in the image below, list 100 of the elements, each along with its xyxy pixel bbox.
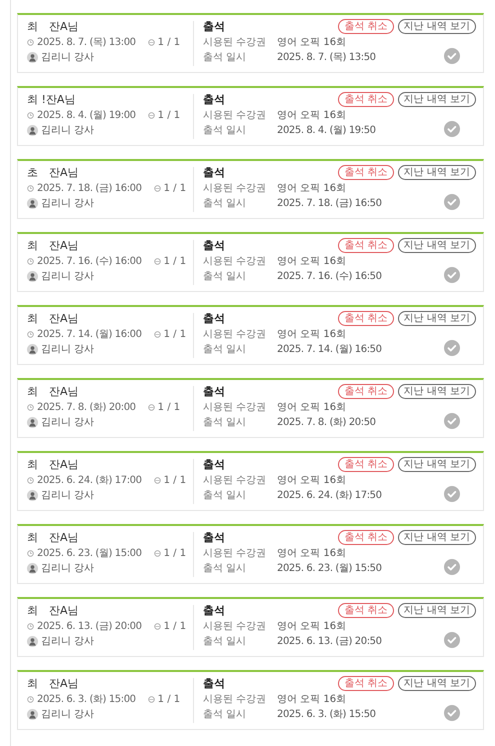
avatar-icon (27, 198, 38, 209)
avatar-icon (27, 52, 38, 63)
view-history-button[interactable]: 지난 내역 보기 (398, 603, 476, 618)
count-text: 1 / 1 (158, 693, 180, 706)
attendance-time-label: 출석 일시 (203, 124, 248, 137)
count-text: 1 / 1 (164, 328, 186, 341)
status-title: 출석 (203, 676, 225, 691)
attendance-time-value: 2025. 8. 4. (월) 19:50 (277, 124, 376, 137)
student-name: 최 잔A님 (27, 19, 80, 34)
status-title: 출석 (203, 311, 225, 326)
attendance-time-label: 출석 일시 (203, 343, 248, 356)
schedule-text: 2025. 7. 16. (수) 16:00 (37, 255, 142, 268)
ticket-label: 시용된 수강권 (203, 547, 268, 560)
ticket-label: 시용된 수강권 (203, 474, 268, 487)
check-circle-icon (444, 194, 460, 210)
ticket-label: 시용된 수강권 (203, 328, 268, 341)
ticket-label: 시용된 수강권 (203, 36, 268, 49)
student-name: 최 잔A님 (27, 676, 80, 691)
ticket-value: 영어 오픽 16회 (277, 328, 346, 341)
attendance-time-label: 출석 일시 (203, 270, 248, 283)
attendance-time-label: 출석 일시 (203, 708, 248, 721)
count-text: 1 / 1 (164, 255, 186, 268)
count-text: 1 / 1 (164, 620, 186, 633)
schedule-text: 2025. 7. 8. (화) 20:00 (37, 401, 136, 414)
cancel-attendance-button[interactable]: 출석 취소 (338, 165, 394, 180)
cancel-attendance-button[interactable]: 출석 취소 (338, 676, 394, 691)
ticket-value: 영어 오픽 16회 (277, 547, 346, 560)
attendance-time-label: 출석 일시 (203, 416, 248, 429)
ticket-icon (154, 477, 161, 484)
view-history-button[interactable]: 지난 내역 보기 (398, 457, 476, 472)
attendance-time-value: 2025. 7. 18. (금) 16:50 (277, 197, 382, 210)
ticket-value: 영어 오픽 16회 (277, 36, 346, 49)
attendance-time-value: 2025. 7. 8. (화) 20:50 (277, 416, 376, 429)
attendance-time-label: 출석 일시 (203, 51, 248, 64)
attendance-time-label: 출석 일시 (203, 489, 248, 502)
view-history-button[interactable]: 지난 내역 보기 (398, 165, 476, 180)
clock-icon (27, 696, 34, 703)
status-title: 출석 (203, 603, 225, 618)
ticket-icon (154, 331, 161, 338)
cancel-attendance-button[interactable]: 출석 취소 (338, 530, 394, 545)
teacher-name: 김리니 강사 (41, 270, 94, 283)
view-history-button[interactable]: 지난 내역 보기 (398, 530, 476, 545)
clock-icon (27, 623, 34, 630)
view-history-button[interactable]: 지난 내역 보기 (398, 311, 476, 326)
view-history-button[interactable]: 지난 내역 보기 (398, 92, 476, 107)
teacher-name: 김리니 강사 (41, 416, 94, 429)
cancel-attendance-button[interactable]: 출석 취소 (338, 92, 394, 107)
ticket-value: 영어 오픽 16회 (277, 620, 346, 633)
cancel-attendance-button[interactable]: 출석 취소 (338, 238, 394, 253)
check-circle-icon (444, 120, 460, 136)
clock-icon (27, 404, 34, 411)
schedule-text: 2025. 6. 23. (월) 15:00 (37, 547, 142, 560)
avatar-icon (27, 563, 38, 574)
status-title: 출석 (203, 165, 225, 180)
ticket-icon (148, 39, 155, 46)
student-name: 최 잔A님 (27, 457, 80, 472)
check-circle-icon (444, 704, 460, 720)
clock-icon (27, 550, 34, 557)
ticket-label: 시용된 수강권 (203, 182, 268, 195)
ticket-label: 시용된 수강권 (203, 109, 268, 122)
ticket-label: 시용된 수강권 (203, 255, 268, 268)
student-name: 최 잔A님 (27, 384, 80, 399)
ticket-icon (154, 550, 161, 557)
view-history-button[interactable]: 지난 내역 보기 (398, 384, 476, 399)
student-name: 최 잔A님 (27, 238, 80, 253)
teacher-name: 김리니 강사 (41, 124, 94, 137)
status-title: 출석 (203, 530, 225, 545)
check-circle-icon (444, 266, 460, 282)
check-circle-icon (444, 632, 460, 648)
clock-icon (27, 258, 34, 265)
status-title: 출석 (203, 238, 225, 253)
schedule-text: 2025. 6. 3. (화) 15:00 (37, 693, 136, 706)
attendance-time-value: 2025. 7. 16. (수) 16:50 (277, 270, 382, 283)
teacher-name: 김리니 강사 (41, 562, 94, 575)
ticket-icon (154, 623, 161, 630)
view-history-button[interactable]: 지난 내역 보기 (398, 238, 476, 253)
clock-icon (27, 185, 34, 192)
check-circle-icon (444, 486, 460, 502)
student-name: 최 잔A님 (27, 311, 80, 326)
teacher-name: 김리니 강사 (41, 489, 94, 502)
avatar-icon (27, 125, 38, 136)
view-history-button[interactable]: 지난 내역 보기 (398, 19, 476, 34)
cancel-attendance-button[interactable]: 출석 취소 (338, 311, 394, 326)
student-name: 최 !잔A님 (27, 92, 76, 107)
student-name: 최 잔A님 (27, 530, 80, 545)
attendance-time-value: 2025. 6. 13. (금) 20:50 (277, 635, 382, 648)
avatar-icon (27, 709, 38, 720)
student-name: 초 잔A님 (27, 165, 80, 180)
teacher-name: 김리니 강사 (41, 343, 94, 356)
cancel-attendance-button[interactable]: 출석 취소 (338, 19, 394, 34)
avatar-icon (27, 344, 38, 355)
view-history-button[interactable]: 지난 내역 보기 (398, 676, 476, 691)
attendance-time-value: 2025. 6. 24. (화) 17:50 (277, 489, 382, 502)
count-text: 1 / 1 (158, 109, 180, 122)
clock-icon (27, 112, 34, 119)
ticket-value: 영어 오픽 16회 (277, 401, 346, 414)
cancel-attendance-button[interactable]: 출석 취소 (338, 384, 394, 399)
cancel-attendance-button[interactable]: 출석 취소 (338, 457, 394, 472)
cancel-attendance-button[interactable]: 출석 취소 (338, 603, 394, 618)
check-circle-icon (444, 558, 460, 574)
